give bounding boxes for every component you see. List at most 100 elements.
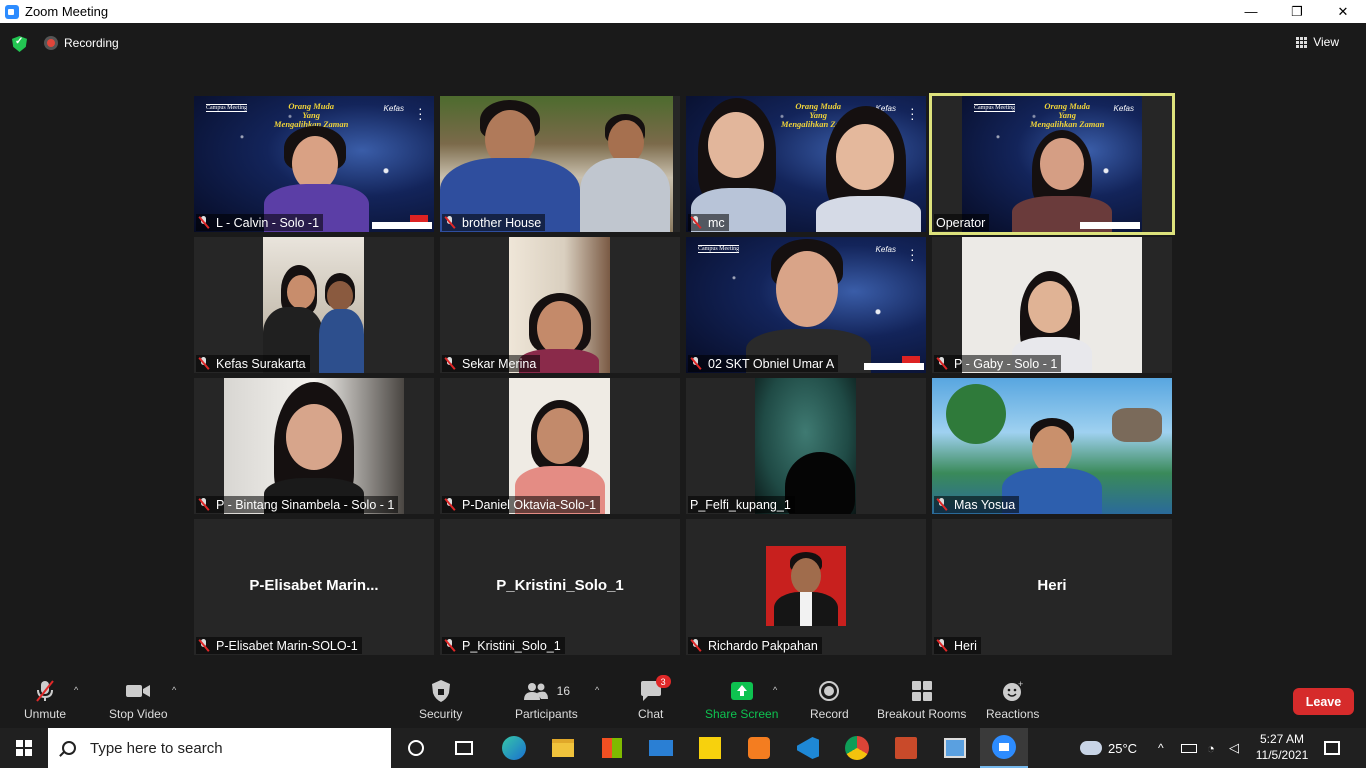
record-button[interactable]: Record bbox=[810, 679, 849, 721]
participant-display-name: Heri bbox=[1037, 577, 1067, 594]
record-icon bbox=[818, 679, 840, 703]
search-placeholder: Type here to search bbox=[90, 739, 223, 757]
video-feed: Orang Muda Yang Mengalihkan Zaman Kefas bbox=[686, 96, 926, 232]
edge-app[interactable] bbox=[490, 728, 538, 768]
battery-indicator[interactable] bbox=[1181, 728, 1197, 768]
weather-widget[interactable]: 25°C bbox=[1080, 728, 1137, 768]
sticky-notes-icon bbox=[699, 737, 721, 759]
powerpoint-icon bbox=[895, 737, 917, 759]
muted-mic-icon bbox=[936, 357, 948, 370]
notification-icon bbox=[1324, 741, 1340, 755]
volume-indicator[interactable]: ◁ bbox=[1229, 728, 1239, 768]
participant-tile[interactable]: P - Gaby - Solo - 1 bbox=[932, 237, 1172, 373]
video-feed: Campus Meeting Orang Muda Yang Mengalihkan… bbox=[962, 96, 1142, 232]
more-options-icon[interactable]: · · · bbox=[910, 101, 915, 125]
participants-button[interactable]: 16 Participants bbox=[515, 679, 578, 721]
file-explorer-app[interactable] bbox=[539, 728, 587, 768]
audio-options-caret-icon[interactable]: ^ bbox=[74, 685, 78, 695]
breakout-rooms-button[interactable]: Breakout Rooms bbox=[877, 679, 966, 721]
participant-name-tag: P_Felfi_kupang_1 bbox=[688, 496, 795, 513]
security-button[interactable]: Security bbox=[419, 679, 462, 721]
muted-mic-icon bbox=[444, 216, 456, 229]
taskbar-search-box[interactable]: Type here to search bbox=[48, 728, 391, 768]
more-options-icon[interactable]: · · · bbox=[418, 101, 423, 125]
participant-name-tag: Mas Yosua bbox=[934, 496, 1020, 513]
chat-button[interactable]: 3 Chat bbox=[638, 675, 671, 721]
participant-tile[interactable]: Orang Muda Yang Mengalihkan Zaman Kefas · ·… bbox=[686, 96, 926, 232]
maximize-button[interactable]: ❐ bbox=[1274, 0, 1320, 23]
participant-tile[interactable]: Richardo Pakpahan bbox=[686, 519, 926, 655]
recording-dot-icon bbox=[44, 36, 58, 50]
participant-name-tag: P - Bintang Sinambela - Solo - 1 bbox=[196, 496, 399, 513]
campus-meeting-overlay: Campus Meeting bbox=[698, 245, 740, 253]
mail-icon bbox=[649, 740, 673, 756]
participant-tile[interactable]: Campus Meeting Kefas · · · 02 SKT Obniel U… bbox=[686, 237, 926, 373]
cortana-button[interactable] bbox=[392, 728, 440, 768]
close-button[interactable]: ✕ bbox=[1320, 0, 1366, 23]
muted-mic-icon bbox=[690, 357, 702, 370]
more-options-icon[interactable]: · · · bbox=[910, 242, 915, 266]
taskbar-clock[interactable]: 5:27 AM 11/5/2021 bbox=[1254, 731, 1310, 763]
xampp-icon bbox=[748, 737, 770, 759]
chrome-app[interactable] bbox=[833, 728, 881, 768]
participant-tile[interactable]: Kefas Surakarta bbox=[194, 237, 434, 373]
campus-meeting-overlay: Campus Meeting bbox=[974, 104, 1016, 112]
participant-tile[interactable]: P-Elisabet Marin... P-Elisabet Marin-SOL… bbox=[194, 519, 434, 655]
share-screen-button[interactable]: Share Screen bbox=[705, 679, 778, 721]
action-center-button[interactable] bbox=[1324, 728, 1340, 768]
participant-tile-active-speaker[interactable]: Campus Meeting Orang Muda Yang Mengalihkan… bbox=[929, 93, 1175, 235]
video-options-caret-icon[interactable]: ^ bbox=[172, 685, 176, 695]
recording-indicator[interactable]: Recording bbox=[44, 36, 119, 50]
unmute-button[interactable]: Unmute bbox=[24, 679, 66, 721]
store-app[interactable] bbox=[588, 728, 636, 768]
photos-app[interactable] bbox=[931, 728, 979, 768]
speaker-icon: ◁ bbox=[1229, 740, 1239, 755]
participants-options-caret-icon[interactable]: ^ bbox=[595, 685, 599, 695]
sticky-notes-app[interactable] bbox=[686, 728, 734, 768]
participant-name-tag: brother House bbox=[442, 214, 546, 231]
start-button[interactable] bbox=[0, 728, 48, 768]
xampp-app[interactable] bbox=[735, 728, 783, 768]
participant-tile[interactable]: Sekar Merina bbox=[440, 237, 680, 373]
video-feed bbox=[263, 237, 364, 373]
participant-name-tag: P - Gaby - Solo - 1 bbox=[934, 355, 1062, 372]
reactions-button[interactable]: + Reactions bbox=[986, 679, 1039, 721]
participant-tile[interactable]: Heri Heri bbox=[932, 519, 1172, 655]
window-title: Zoom Meeting bbox=[25, 4, 109, 19]
network-indicator[interactable]: ◔ bbox=[1207, 728, 1215, 768]
encryption-shield-icon[interactable] bbox=[12, 36, 27, 52]
minimize-button[interactable]: — bbox=[1228, 0, 1274, 23]
svg-text:+: + bbox=[1018, 680, 1023, 689]
participant-tile[interactable]: Campus Meeting Orang Muda Yang Mengalihkan… bbox=[194, 96, 434, 232]
participant-tile[interactable]: P_Kristini_Solo_1 P_Kristini_Solo_1 bbox=[440, 519, 680, 655]
participant-name-tag: Kefas Surakarta bbox=[196, 355, 310, 372]
mail-app[interactable] bbox=[637, 728, 685, 768]
video-feed bbox=[440, 96, 673, 232]
muted-mic-icon bbox=[444, 498, 456, 511]
participant-name-tag: 02 SKT Obniel Umar A bbox=[688, 355, 839, 372]
zoom-taskbar-app[interactable] bbox=[980, 728, 1028, 768]
participant-tile[interactable]: Mas Yosua bbox=[932, 378, 1172, 514]
show-hidden-icons[interactable]: ^ bbox=[1158, 728, 1164, 768]
muted-mic-icon bbox=[444, 357, 456, 370]
stop-video-button[interactable]: Stop Video bbox=[109, 679, 168, 721]
video-camera-icon bbox=[125, 679, 151, 703]
powerpoint-app[interactable] bbox=[882, 728, 930, 768]
clock-date: 11/5/2021 bbox=[1255, 748, 1309, 762]
cloud-icon bbox=[1080, 741, 1102, 755]
leave-meeting-button[interactable]: Leave bbox=[1293, 688, 1354, 715]
task-view-button[interactable] bbox=[440, 728, 488, 768]
participant-name-tag: L - Calvin - Solo -1 bbox=[196, 214, 324, 231]
video-feed: Campus Meeting Orang Muda Yang Mengalihkan… bbox=[194, 96, 434, 232]
participant-name-tag: P-Elisabet Marin-SOLO-1 bbox=[196, 637, 362, 654]
share-options-caret-icon[interactable]: ^ bbox=[773, 685, 777, 695]
vscode-app[interactable] bbox=[784, 728, 832, 768]
video-feed bbox=[224, 378, 404, 514]
grid-icon bbox=[1296, 36, 1308, 48]
participant-tile[interactable]: P - Bintang Sinambela - Solo - 1 bbox=[194, 378, 434, 514]
participant-tile[interactable]: brother House bbox=[440, 96, 680, 232]
participant-tile[interactable]: P-Daniel Oktavia-Solo-1 bbox=[440, 378, 680, 514]
view-button[interactable]: View bbox=[1296, 35, 1339, 49]
theme-overlay: Orang Muda Yang Mengalihkan Zaman bbox=[274, 101, 349, 129]
participant-tile[interactable]: P_Felfi_kupang_1 bbox=[686, 378, 926, 514]
